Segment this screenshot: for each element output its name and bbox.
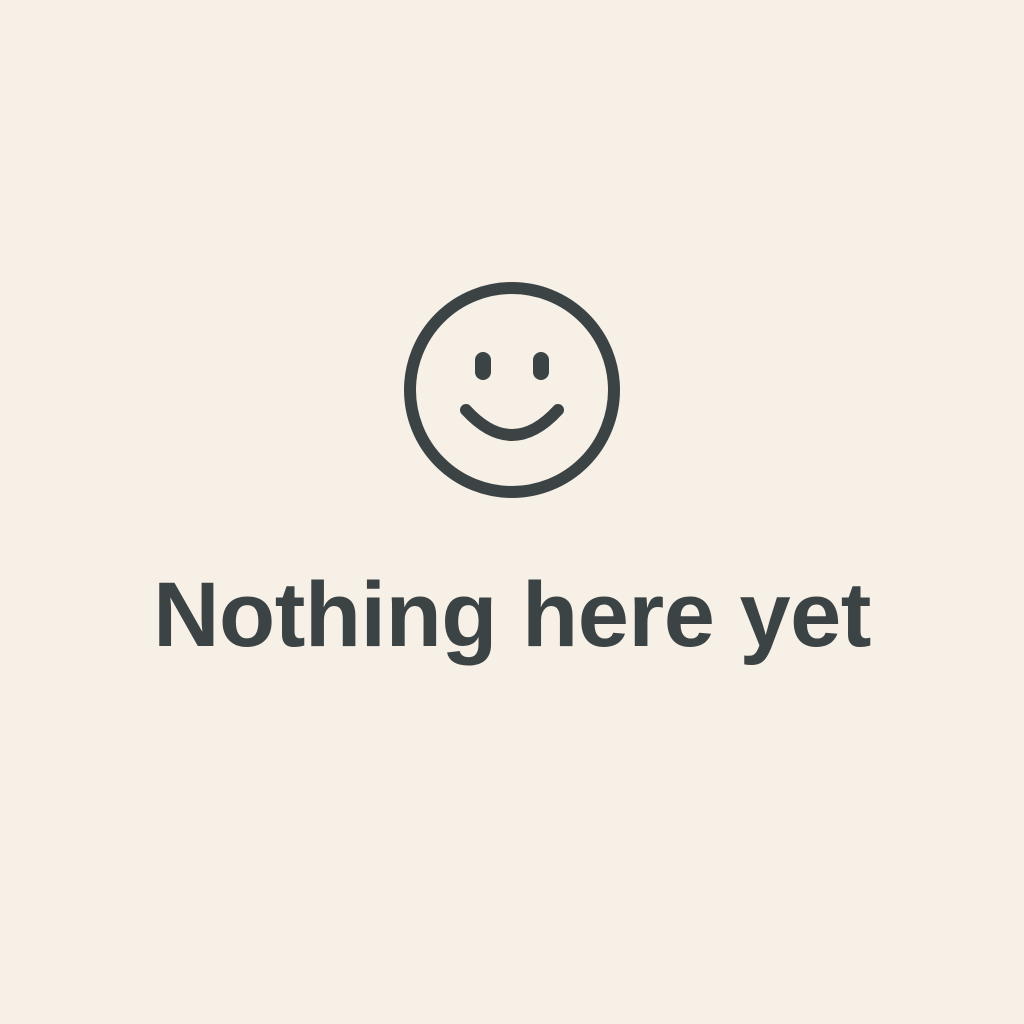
smiley-face-icon	[402, 280, 622, 500]
smiley-face-icon-graphic	[404, 282, 620, 498]
empty-state: Nothing here yet	[0, 0, 1024, 1024]
empty-state-screen: Nothing here yet	[0, 0, 1024, 1024]
empty-state-title: Nothing here yet	[153, 564, 871, 666]
